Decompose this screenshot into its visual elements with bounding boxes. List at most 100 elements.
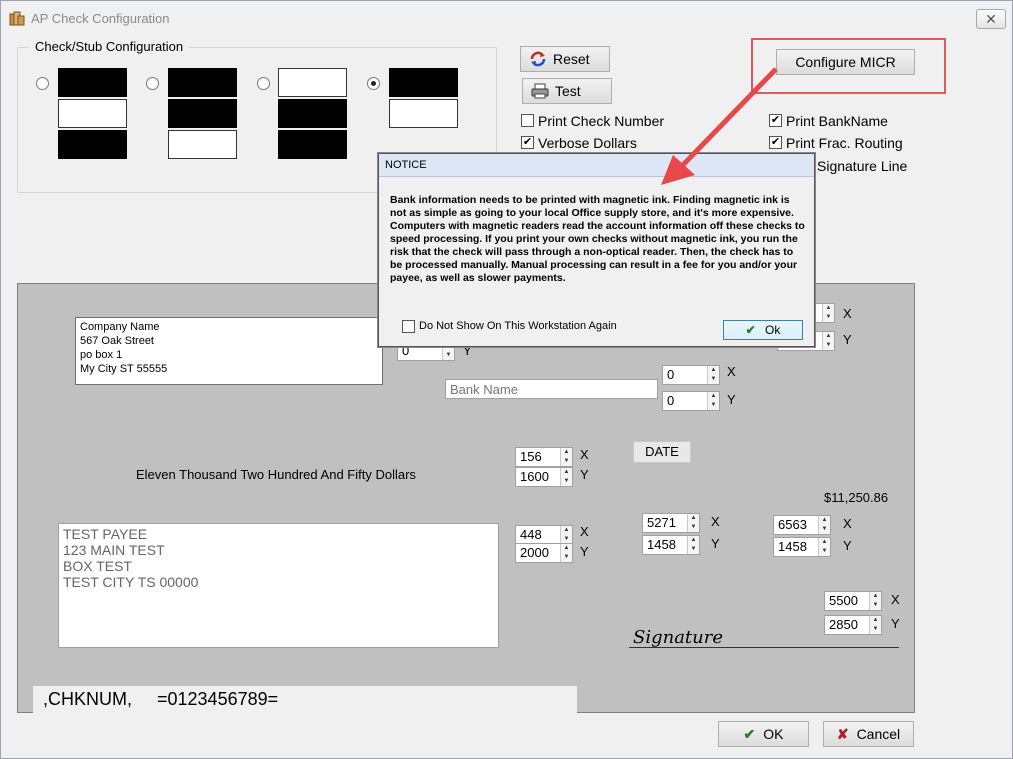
spinner-arrows-icon[interactable]: ▲▼ — [707, 366, 719, 384]
spinner-arrows-icon[interactable]: ▲▼ — [818, 516, 830, 534]
company-line-4: My City ST 55555 — [80, 363, 168, 375]
notice-message: Bank information needs to be printed wit… — [390, 194, 805, 284]
amount-x-spinner[interactable]: 6563 ▲ ▼ — [773, 515, 831, 535]
print-frac-routing-label: Print Frac. Routing — [786, 135, 903, 151]
layout-4-block-top — [389, 68, 458, 97]
checkmark-icon: ✔ — [745, 323, 756, 337]
annotation-arrow-icon — [661, 67, 778, 185]
bank-name-input[interactable] — [445, 379, 658, 399]
signature-text: Signature — [633, 627, 724, 648]
spinner-arrows-icon[interactable]: ▲▼ — [869, 592, 881, 610]
signature-x-spinner[interactable]: 5500 ▲ ▼ — [824, 591, 882, 611]
date-x-spinner[interactable]: 5271 ▲ ▼ — [642, 513, 700, 533]
bank-y-spinner[interactable]: 0 ▲ ▼ — [662, 391, 720, 411]
checkmark-icon: ✔ — [743, 725, 756, 742]
print-bankname-label: Print BankName — [786, 113, 888, 129]
spinner-arrows-icon[interactable]: ▲▼ — [560, 448, 572, 466]
layout-option-1-radio[interactable] — [36, 77, 49, 90]
words-y-value: 1600 — [520, 469, 549, 484]
notice-ok-label: Ok — [765, 323, 781, 337]
bank-x-value: 0 — [667, 367, 675, 382]
signature-y-value: 2850 — [829, 617, 858, 632]
words-x-value: 156 — [520, 449, 542, 464]
layout-option-3-radio[interactable] — [257, 77, 270, 90]
signature-line — [629, 647, 899, 648]
spinner-arrows-icon[interactable]: ▲▼ — [707, 392, 719, 410]
bank-y-value: 0 — [667, 393, 675, 408]
layout-1-block-mid — [58, 99, 127, 128]
bankname-y-axis-label: Y — [843, 332, 852, 347]
printer-icon — [531, 82, 549, 100]
layout-1-block-top — [58, 68, 127, 97]
layout-2-block-top — [168, 68, 237, 97]
layout-2-block-mid — [168, 99, 237, 128]
layout-3-block-bottom — [278, 130, 347, 159]
company-address-box[interactable]: Company Name 567 Oak Street po box 1 My … — [75, 317, 383, 385]
amount-y-value: 1458 — [778, 539, 807, 554]
layout-option-2-radio[interactable] — [146, 77, 159, 90]
company-line-2: 567 Oak Street — [80, 335, 154, 347]
payee-y-axis-label: Y — [580, 544, 589, 559]
date-y-axis-label: Y — [711, 536, 720, 551]
payee-line-3: BOX TEST — [63, 558, 132, 574]
groupbox-label: Check/Stub Configuration — [29, 39, 190, 54]
dont-show-again-checkbox[interactable] — [402, 320, 415, 333]
spinner-arrows-icon[interactable]: ▲▼ — [687, 536, 699, 554]
layout-4-block-mid — [389, 99, 458, 128]
amount-y-spinner[interactable]: 1458 ▲ ▼ — [773, 537, 831, 557]
close-button[interactable]: ✕ — [976, 9, 1006, 29]
date-field[interactable]: DATE — [633, 441, 691, 463]
payee-line-4: TEST CITY TS 00000 — [63, 574, 199, 590]
layout-option-4-radio[interactable] — [367, 77, 380, 90]
payee-x-axis-label: X — [580, 524, 589, 539]
ok-label: OK — [763, 726, 784, 742]
spinner-arrows-icon[interactable]: ▲▼ — [560, 468, 572, 486]
words-y-spinner[interactable]: 1600 ▲ ▼ — [515, 467, 573, 487]
micr-line-text: ,CHKNUM, =0123456789= — [43, 689, 279, 709]
payee-x-spinner[interactable]: 448 ▲ ▼ — [515, 525, 573, 545]
bankname-x-axis-label: X — [843, 306, 852, 321]
test-button[interactable]: Test — [522, 78, 612, 104]
spinner-arrows-icon[interactable]: ▲▼ — [560, 526, 572, 544]
company-line-3: po box 1 — [80, 349, 123, 361]
ok-button[interactable]: ✔ OK — [718, 721, 809, 747]
spinner-arrows-icon[interactable]: ▲▼ — [869, 616, 881, 634]
reset-label: Reset — [553, 51, 590, 67]
configure-micr-label: Configure MICR — [795, 54, 896, 70]
cancel-label: Cancel — [856, 726, 901, 742]
spinner-arrows-icon[interactable]: ▲▼ — [687, 514, 699, 532]
payee-line-2: 123 MAIN TEST — [63, 542, 165, 558]
spinner-arrows-icon[interactable]: ▲▼ — [822, 304, 834, 322]
amount-numeric-text: $11,250.86 — [824, 490, 889, 505]
verbose-dollars-label: Verbose Dollars — [538, 135, 637, 151]
signature-x-value: 5500 — [829, 593, 858, 608]
verbose-dollars-checkbox[interactable]: ✔ — [521, 136, 534, 149]
date-y-spinner[interactable]: 1458 ▲ ▼ — [642, 535, 700, 555]
payee-address-box[interactable]: TEST PAYEE 123 MAIN TEST BOX TEST TEST C… — [58, 523, 499, 648]
payee-y-value: 2000 — [520, 545, 549, 560]
reset-button[interactable]: Reset — [520, 46, 610, 72]
company-line-1: Company Name — [80, 321, 160, 333]
micr-line-field[interactable]: ,CHKNUM, =0123456789= — [33, 686, 577, 713]
payee-x-value: 448 — [520, 527, 542, 542]
date-x-value: 5271 — [647, 515, 676, 530]
words-x-spinner[interactable]: 156 ▲ ▼ — [515, 447, 573, 467]
amount-y-axis-label: Y — [843, 538, 852, 553]
print-check-number-label: Print Check Number — [538, 113, 665, 129]
cancel-button[interactable]: ✘ Cancel — [823, 721, 914, 747]
configure-micr-button[interactable]: Configure MICR — [776, 49, 915, 75]
spinner-arrows-icon[interactable]: ▲▼ — [822, 332, 834, 350]
layout-3-block-mid — [278, 99, 347, 128]
signature-line-label: Signature Line — [817, 158, 908, 174]
notice-ok-button[interactable]: ✔ Ok — [723, 320, 803, 340]
signature-x-axis-label: X — [891, 592, 900, 607]
date-y-value: 1458 — [647, 537, 676, 552]
signature-y-spinner[interactable]: 2850 ▲ ▼ — [824, 615, 882, 635]
payee-y-spinner[interactable]: 2000 ▲ ▼ — [515, 543, 573, 563]
print-check-number-checkbox[interactable] — [521, 114, 534, 127]
cancel-x-icon: ✘ — [836, 725, 849, 742]
bank-x-spinner[interactable]: 0 ▲ ▼ — [662, 365, 720, 385]
spinner-arrows-icon[interactable]: ▲▼ — [818, 538, 830, 556]
spinner-arrows-icon[interactable]: ▲▼ — [560, 544, 572, 562]
layout-1-block-bottom — [58, 130, 127, 159]
